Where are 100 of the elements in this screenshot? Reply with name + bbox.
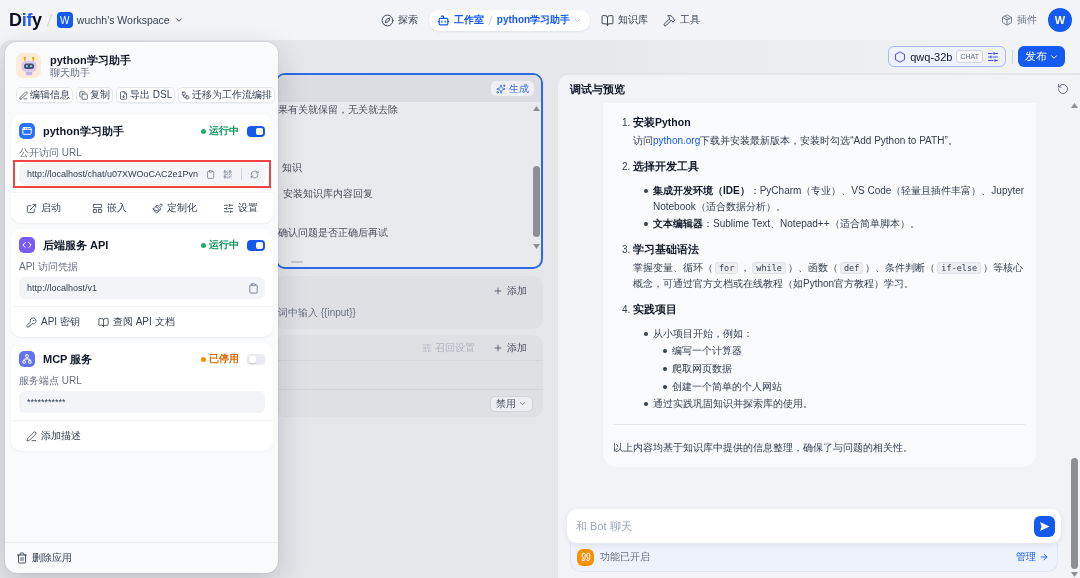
pen-icon (19, 90, 28, 100)
inline-code: def (839, 262, 864, 274)
nav-tab[interactable]: 工具 (659, 10, 705, 30)
nav-tab[interactable]: 知识库 (597, 10, 653, 30)
plugins-button[interactable]: 插件 (1001, 13, 1037, 27)
paintbrush-icon (152, 202, 164, 214)
reset-icon[interactable] (1057, 83, 1069, 95)
clipboard-icon[interactable] (248, 282, 259, 294)
toggle-switch[interactable] (247, 239, 265, 251)
chevron-down-icon (173, 15, 184, 25)
chat-input-box[interactable]: 和 Bot 聊天 (567, 509, 1061, 543)
user-avatar[interactable]: W (1048, 8, 1072, 32)
url-field[interactable]: http://localhost/v1 (19, 277, 265, 299)
url-text: http://localhost/v1 (27, 283, 99, 293)
card-action[interactable]: 启动 (26, 199, 62, 217)
panel-title: 调试与预览 (570, 81, 625, 97)
bullet-icon (663, 349, 667, 353)
scroll-down-arrow-icon[interactable] (1071, 572, 1078, 577)
book-icon (601, 13, 615, 27)
inline-code: while (752, 262, 786, 274)
card-action[interactable]: 定制化 (152, 199, 198, 217)
pen-icon (26, 430, 37, 442)
panel-icon (91, 202, 103, 214)
filter-select[interactable]: 禁用 (490, 395, 533, 412)
generate-button[interactable]: 生成 (491, 81, 534, 96)
card-title: MCP 服务 (43, 351, 94, 367)
list-item-text: 创建一个简单的个人网站 (672, 380, 783, 394)
send-icon (1039, 520, 1050, 532)
list-item-text: 集成开发环境（IDE）：PyCharm（专业）、VS Code（轻量且插件丰富）、Jupyter Notebook（适合数据分析）。 (653, 184, 1025, 214)
manage-link[interactable]: 管理 (1016, 550, 1049, 564)
inline-link[interactable]: python.org (653, 135, 701, 146)
field-label: 公开访问 URL (19, 147, 83, 159)
quote-icon (577, 548, 594, 566)
scroll-up-arrow-icon[interactable] (1071, 103, 1078, 108)
list-number: 3. (622, 243, 632, 257)
prompt-editor[interactable]: 生成 果有关就保留，无关就去除 知识 安装知识库内容回复 确认问题是否正确后再试 (275, 73, 543, 269)
chat-input[interactable]: 和 Bot 聊天 (576, 516, 1034, 536)
hammer-icon (663, 13, 677, 27)
status-text: 运行中 (209, 124, 239, 138)
scroll-down-arrow-icon[interactable] (533, 244, 540, 249)
app-action-button[interactable]: 复制 (76, 87, 113, 103)
add-button[interactable]: 添加 (493, 284, 527, 298)
step-title: 安装Python (633, 115, 691, 130)
book-icon (97, 316, 109, 328)
logo[interactable]: Dify (9, 9, 42, 31)
status-text: 已停用 (209, 352, 239, 366)
url-field[interactable]: http://localhost/chat/u07XWOoCAC2e1Pvn (19, 163, 265, 185)
workspace-switcher[interactable]: W wuchh's Workspace (56, 10, 184, 30)
delete-app-button[interactable]: 删除应用 (16, 551, 72, 565)
scrollbar-thumb[interactable] (533, 166, 540, 237)
bullet-icon (663, 367, 667, 371)
app-switcher[interactable]: python学习助手 (496, 13, 583, 27)
bullet-icon (644, 402, 648, 406)
card-action[interactable]: 嵌入 (91, 199, 127, 217)
publish-button[interactable]: 发布 (1018, 46, 1065, 67)
scrollbar-thumb[interactable] (1071, 458, 1078, 569)
toggle-switch[interactable] (247, 353, 265, 365)
status-dot-icon (201, 128, 206, 134)
cube-icon (1001, 14, 1013, 26)
toggle-switch[interactable] (247, 125, 265, 137)
card-title: python学习助手 (43, 123, 125, 139)
refresh-icon[interactable] (249, 168, 259, 180)
plus-icon (493, 286, 503, 296)
prompt-text: 安装知识库内容回复 (283, 187, 373, 201)
window-icon (19, 123, 35, 139)
prompt-text: 果有关就保留，无关就去除 (278, 103, 398, 117)
send-button[interactable] (1034, 515, 1055, 537)
app-action-button[interactable]: 编辑信息 (16, 87, 73, 103)
sparkle-icon (496, 83, 506, 94)
resize-handle[interactable] (291, 261, 303, 263)
inline-code: if-else (937, 262, 982, 274)
card-action[interactable]: 查阅 API 文档 (97, 313, 175, 331)
key-icon (26, 316, 37, 328)
card-action[interactable]: 设置 (222, 199, 258, 217)
list-item-text: 爬取网页数据 (672, 362, 733, 376)
arrow-right-icon (1039, 552, 1049, 562)
workflow-icon (181, 90, 191, 100)
nav-tab[interactable]: 工作室 (436, 13, 484, 27)
step-title: 实践项目 (633, 302, 677, 317)
url-field[interactable]: *********** (19, 391, 265, 413)
app-action-button[interactable]: 迁移为工作流编排 (178, 87, 276, 103)
add-button[interactable]: 添加 (493, 340, 527, 355)
sliders-icon (422, 342, 432, 353)
prompt-text: 知识 (282, 161, 302, 175)
list-number: 1. (622, 116, 632, 130)
bullet-icon (644, 332, 648, 336)
status-dot-icon (201, 356, 206, 362)
prompt-text: 确认问题是否正确后再试 (278, 226, 388, 240)
card-action[interactable]: 添加描述 (26, 427, 81, 445)
code-icon (19, 237, 35, 253)
list-item-text: 从小项目开始，例如： (653, 327, 754, 341)
chevron-down-icon (518, 399, 527, 408)
app-action-button[interactable]: 导出 DSL (116, 87, 176, 103)
scroll-up-arrow-icon[interactable] (533, 106, 540, 111)
clipboard-icon[interactable] (206, 168, 216, 180)
nav-tab[interactable]: 探索 (376, 10, 422, 30)
card-action[interactable]: API 密钥 (26, 313, 80, 331)
qr-code-icon[interactable] (223, 168, 233, 180)
workspace-initial: W (56, 12, 73, 28)
trash-icon (16, 552, 28, 564)
